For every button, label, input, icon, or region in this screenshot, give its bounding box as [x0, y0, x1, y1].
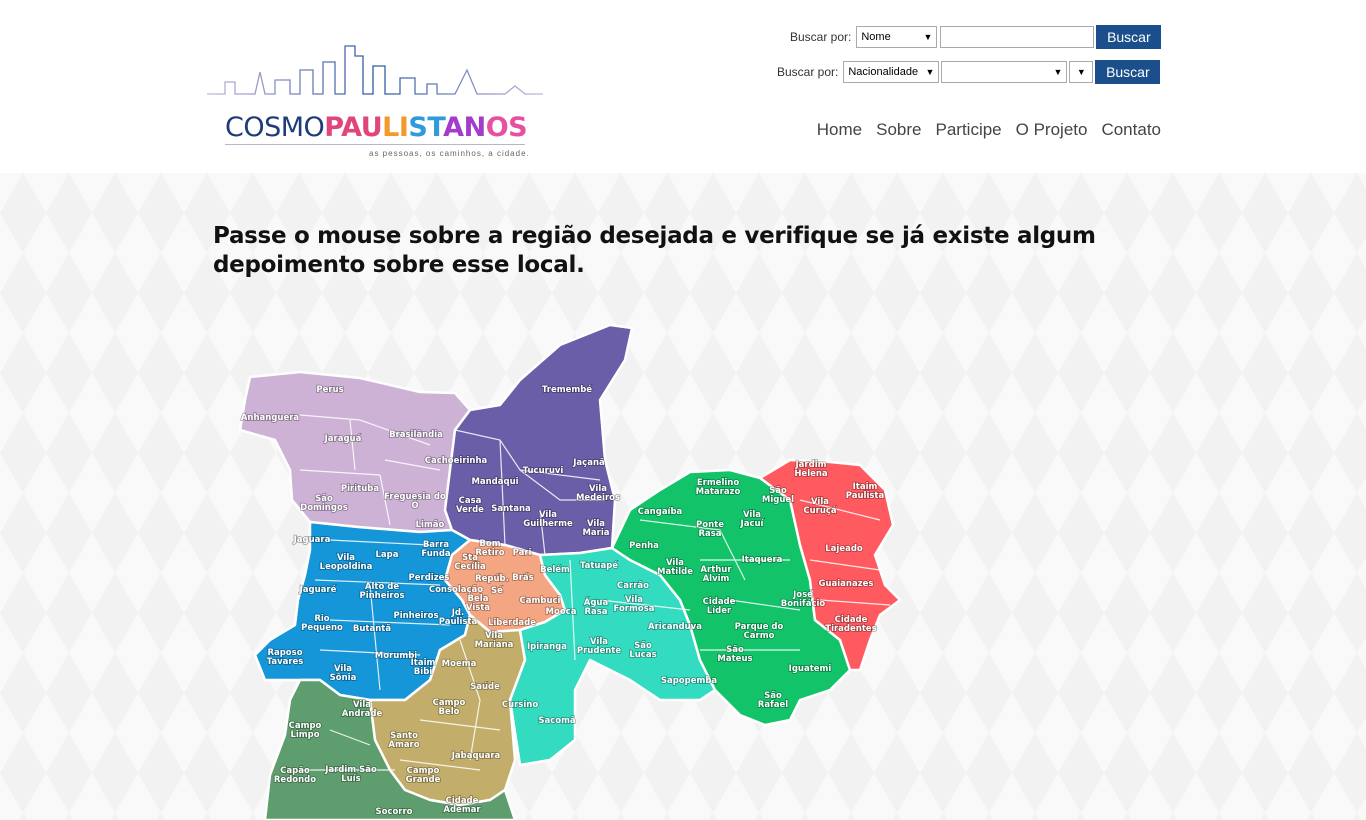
logo-divider [225, 144, 525, 145]
district-label-santo-amaro[interactable]: Santo Amaro [388, 730, 421, 751]
logo-part-1: COSMO [225, 112, 325, 143]
district-label-pirituba[interactable]: Pirituba [340, 483, 380, 495]
district-label-jabaquara[interactable]: Jabaquara [450, 750, 501, 762]
district-label-tucuruvi[interactable]: Tucuruvi [522, 465, 564, 477]
search-type-select-1[interactable]: Nome ▼ [856, 26, 938, 48]
district-label-bras[interactable]: Brás [511, 572, 534, 584]
nav-contato[interactable]: Contato [1101, 120, 1161, 140]
district-label-lajeado[interactable]: Lajeado [824, 543, 863, 555]
district-label-cachoeirinha[interactable]: Cachoeirinha [424, 455, 488, 467]
district-label-anhanguera[interactable]: Anhanguera [240, 412, 300, 424]
chevron-down-icon: ▼ [923, 32, 933, 42]
district-label-liberdade[interactable]: Liberdade [487, 617, 537, 629]
search-name-input[interactable] [940, 26, 1095, 48]
district-label-ipiranga[interactable]: Ipiranga [526, 641, 568, 653]
district-label-butanta[interactable]: Butantã [352, 623, 392, 635]
main-nav: Home Sobre Participe O Projeto Contato [817, 120, 1161, 140]
search-label-1: Buscar por: [790, 30, 852, 44]
district-label-jacana[interactable]: Jaçanã [571, 457, 605, 469]
district-label-cambuci[interactable]: Cambuci [519, 595, 562, 607]
search-type-select-1-value: Nome [861, 31, 891, 43]
district-label-campo-grande[interactable]: Campo Grande [405, 765, 442, 786]
district-label-bom-retiro[interactable]: Bom Retiro [475, 538, 506, 559]
district-label-iguatemi[interactable]: Iguatemi [788, 663, 832, 675]
search-button-2[interactable]: Buscar [1095, 60, 1161, 84]
region-norte-oeste[interactable] [238, 370, 472, 534]
district-label-mooca[interactable]: Mooca [545, 606, 578, 618]
chevron-down-icon: ▼ [1053, 67, 1063, 77]
district-label-carrao[interactable]: Carrão [616, 580, 650, 592]
district-label-jardim-helena[interactable]: Jardim Helena [794, 459, 829, 480]
district-label-mandaqui[interactable]: Mandaqui [471, 476, 520, 488]
district-label-cidade-lider[interactable]: Cidade Líder [702, 596, 737, 617]
district-label-belem[interactable]: Belém [539, 563, 571, 576]
sao-paulo-map: Perus Anhanguera Jaraguá Brasilândia Piritub… [238, 323, 902, 820]
logo-wordmark: COSMOPAULISTANOS [225, 112, 528, 143]
district-label-saude[interactable]: Saúde [469, 681, 501, 693]
secondary-select[interactable]: ▼ [1069, 61, 1094, 83]
search-type-select-2-value: Nacionalidade [848, 66, 919, 78]
chevron-down-icon: ▼ [1076, 67, 1086, 77]
logo-tagline: as pessoas, os caminhos, a cidade. [369, 149, 530, 158]
search-label-2: Buscar por: [777, 65, 839, 79]
district-label-sacoma[interactable]: Sacomã [538, 715, 577, 727]
district-label-campo-limpo[interactable]: Campo Limpo [288, 720, 323, 741]
district-label-jaguara[interactable]: Jaguara [292, 534, 332, 546]
nationality-select[interactable]: ▼ [941, 61, 1068, 83]
district-label-pari[interactable]: Pari [512, 547, 533, 559]
district-label-sapopemba[interactable]: Sapopemba [660, 675, 718, 687]
district-label-casa-verde[interactable]: Casa Verde [455, 495, 485, 516]
nav-home[interactable]: Home [817, 120, 862, 140]
district-label-tremembe[interactable]: Tremembé [541, 383, 593, 396]
district-label-ponte-rasa[interactable]: Ponte Rasa [695, 519, 725, 540]
nav-o-projeto[interactable]: O Projeto [1016, 120, 1088, 140]
district-label-barra-funda[interactable]: Barra Funda [421, 539, 452, 560]
district-label-cursino[interactable]: Cursino [501, 699, 539, 711]
site-header: COSMOPAULISTANOS as pessoas, os caminhos… [0, 0, 1366, 173]
district-label-cangaiba[interactable]: Cangaíba [637, 506, 683, 518]
district-label-santana[interactable]: Santana [490, 503, 531, 515]
search-type-select-2[interactable]: Nacionalidade ▼ [843, 61, 940, 83]
skyline-icon [207, 45, 543, 95]
search-button-1[interactable]: Buscar [1096, 25, 1162, 49]
site-logo[interactable]: COSMOPAULISTANOS as pessoas, os caminhos… [205, 42, 545, 162]
search-row-nationality: Buscar por: Nacionalidade ▼ ▼ ▼ Buscar [777, 60, 1161, 84]
district-label-jaguare[interactable]: Jaguaré [298, 583, 338, 596]
district-label-tatuape[interactable]: Tatuapé [579, 559, 619, 572]
district-label-guaianazes[interactable]: Guaianazes [818, 578, 875, 590]
district-label-agua-rasa[interactable]: Água Rasa [583, 595, 609, 618]
district-label-vila-jacui[interactable]: Vila Jacuí [739, 509, 766, 530]
district-label-perdizes[interactable]: Perdizes [408, 572, 451, 584]
district-label-cidade-ademar[interactable]: Cidade Ademar [443, 795, 483, 816]
district-label-penha[interactable]: Penha [628, 540, 660, 552]
nav-sobre[interactable]: Sobre [876, 120, 921, 140]
district-label-se[interactable]: Sé [490, 584, 504, 597]
district-label-socorro[interactable]: Socorro [375, 806, 414, 818]
district-label-itaquera[interactable]: Itaquera [741, 554, 784, 566]
district-label-itaim-bibi[interactable]: Itaim Bibi [410, 657, 436, 678]
district-label-bela-vista[interactable]: Bela Vista [465, 593, 491, 614]
district-label-aricanduva[interactable]: Aricanduva [647, 621, 703, 633]
district-label-pinheiros[interactable]: Pinheiros [393, 610, 440, 622]
logo-part-2: PAULISTANOS [324, 112, 528, 143]
district-label-lapa[interactable]: Lapa [375, 549, 400, 561]
search-row-name: Buscar por: Nome ▼ Buscar [790, 25, 1162, 49]
district-label-perus[interactable]: Perus [316, 384, 345, 396]
nav-participe[interactable]: Participe [936, 120, 1002, 140]
chevron-down-icon: ▼ [925, 67, 935, 77]
district-label-repub[interactable]: Repúb. [474, 573, 509, 585]
district-label-alto-de-pinheiros[interactable]: Alto de Pinheiros [359, 581, 406, 602]
district-label-ermelino-matarazo[interactable]: Ermelino Matarazo [695, 477, 741, 498]
district-label-jaragua[interactable]: Jaraguá [323, 433, 363, 445]
district-label-raposo-tavares[interactable]: Raposo Tavares [266, 647, 304, 668]
district-label-moema[interactable]: Moema [441, 658, 478, 670]
district-label-limao[interactable]: Limão [415, 519, 446, 531]
district-label-brasilandia[interactable]: Brasilândia [388, 429, 444, 441]
district-label-arthur-alvim[interactable]: Arthur Alvim [700, 564, 734, 585]
main-content: Passe o mouse sobre a região desejada e … [0, 173, 1366, 820]
